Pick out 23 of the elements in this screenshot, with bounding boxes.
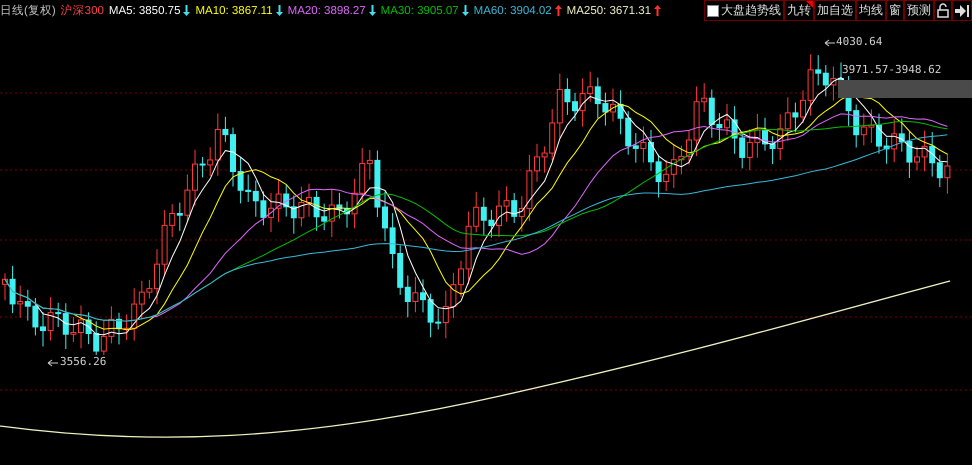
lock-icon bbox=[937, 3, 949, 18]
high-price-label: 4030.64 bbox=[836, 35, 882, 48]
pointer-arrow bbox=[48, 360, 58, 366]
moving-average-value: MA60: 3904.02 bbox=[474, 4, 552, 16]
moving-average-value: MA250: 3671.31 bbox=[566, 4, 652, 16]
low-price-label: 3556.26 bbox=[60, 355, 106, 368]
range-label: 3971.57-3948.62 bbox=[842, 63, 942, 76]
toolbar-button[interactable]: 窗 bbox=[886, 0, 904, 21]
exit-button[interactable] bbox=[952, 0, 972, 21]
moving-average-value: MA10: 3867.11 bbox=[195, 4, 273, 16]
pointer-arrow bbox=[824, 40, 836, 46]
toolbar-button[interactable]: 均线 bbox=[856, 0, 886, 21]
exit-arrow-icon bbox=[955, 4, 969, 16]
moving-average-value: MA20: 3898.27 bbox=[288, 4, 366, 16]
toolbar-button[interactable]: 预测 bbox=[904, 0, 934, 21]
moving-average-value: MA30: 3905.07 bbox=[380, 4, 459, 16]
moving-average-value: MA5: 3850.75 bbox=[108, 4, 180, 16]
index-name: 沪深300 bbox=[60, 4, 104, 18]
toolbar-button[interactable]: 九转 bbox=[784, 0, 814, 21]
toolbar-button[interactable]: 加自选 bbox=[814, 0, 856, 21]
trend-line-checkbox[interactable]: 大盘趋势线 bbox=[704, 0, 784, 21]
period-label: 日线(复权) bbox=[0, 4, 56, 18]
lock-button[interactable] bbox=[934, 0, 952, 21]
